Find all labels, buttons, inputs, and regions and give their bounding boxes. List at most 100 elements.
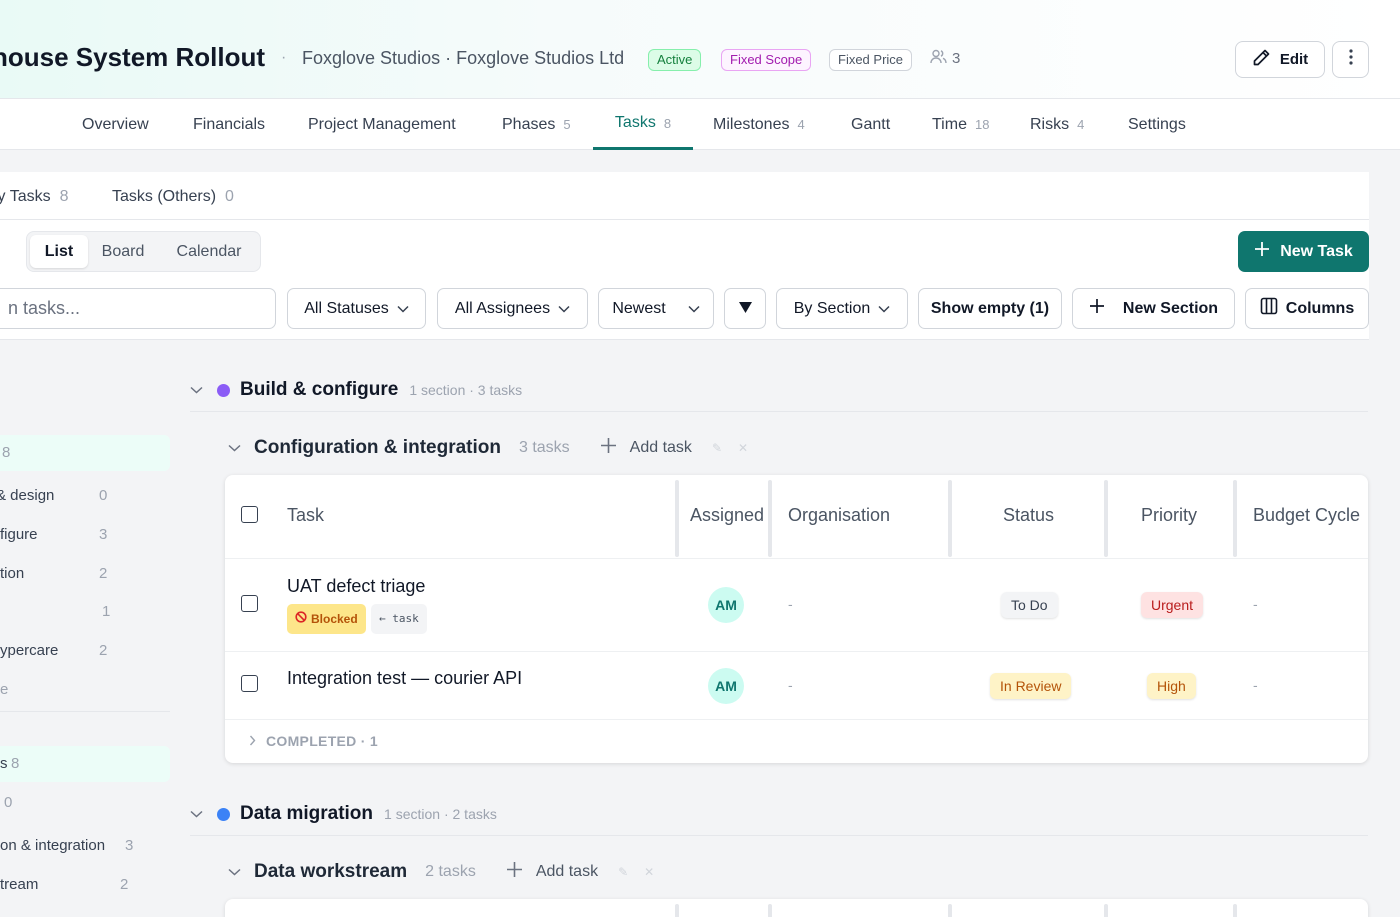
- chevron-down-icon[interactable]: [228, 863, 241, 881]
- rail-item[interactable]: figure: [0, 526, 38, 543]
- show-empty-button[interactable]: Show empty (1): [918, 288, 1062, 329]
- pencil-icon[interactable]: ✎: [712, 441, 722, 455]
- add-task-label: Add task: [629, 439, 692, 456]
- column-header-budget-cycle[interactable]: Budget Cycle: [1253, 505, 1360, 526]
- table-row[interactable]: UAT defect triage Blocked ← task AM - To…: [225, 559, 1368, 651]
- column-resize-handle[interactable]: [948, 480, 952, 557]
- divider: [0, 219, 1369, 220]
- dependency-tag[interactable]: ← task: [371, 604, 427, 634]
- plus-icon: [1254, 241, 1270, 262]
- subtab-my-tasks[interactable]: ly Tasks 8: [0, 188, 69, 206]
- section-title[interactable]: Data workstream: [254, 861, 407, 883]
- column-resize-handle[interactable]: [768, 480, 772, 557]
- column-resize-handle[interactable]: [1233, 480, 1237, 557]
- rail-item-count[interactable]: 0: [4, 794, 12, 811]
- column-resize-handle[interactable]: [675, 904, 679, 917]
- column-resize-handle[interactable]: [1104, 480, 1108, 557]
- more-options-button[interactable]: [1332, 41, 1369, 78]
- completed-label: COMPLETED · 1: [266, 733, 379, 749]
- column-resize-handle[interactable]: [768, 904, 772, 917]
- rail-item[interactable]: e: [0, 681, 8, 698]
- status-filter[interactable]: All Statuses: [287, 288, 426, 329]
- chevron-down-icon[interactable]: [190, 381, 203, 399]
- plus-icon: [1089, 298, 1105, 319]
- tab-overview[interactable]: Overview: [82, 99, 149, 150]
- task-title[interactable]: UAT defect triage: [287, 576, 425, 597]
- column-header-priority[interactable]: Priority: [1141, 505, 1197, 526]
- status-badge[interactable]: In Review: [990, 673, 1072, 699]
- rail-item[interactable]: s: [0, 755, 8, 772]
- assignee-filter[interactable]: All Assignees: [437, 288, 588, 329]
- organisation-value: -: [788, 677, 793, 693]
- column-header-status[interactable]: Status: [1003, 505, 1054, 526]
- view-list-button[interactable]: List: [30, 235, 88, 268]
- priority-badge[interactable]: Urgent: [1141, 592, 1204, 618]
- new-section-button[interactable]: New Section: [1072, 288, 1235, 329]
- new-task-button[interactable]: New Task: [1238, 231, 1369, 272]
- table-row[interactable]: Integration test — courier API AM - In R…: [225, 652, 1368, 719]
- chevron-right-icon: [249, 733, 256, 749]
- close-icon[interactable]: ✕: [738, 441, 748, 455]
- group-header[interactable]: Build & configure 1 section · 3 tasks: [190, 379, 522, 401]
- column-resize-handle[interactable]: [675, 480, 679, 557]
- subtab-count: 8: [59, 188, 69, 205]
- rail-item-count[interactable]: 8: [2, 444, 10, 461]
- add-task-button[interactable]: Add task: [600, 438, 692, 458]
- rail-item-count[interactable]: 1: [102, 603, 110, 620]
- column-header-task[interactable]: Task: [287, 505, 324, 526]
- row-checkbox[interactable]: [241, 595, 258, 612]
- tab-gantt[interactable]: Gantt: [851, 99, 890, 150]
- group-header[interactable]: Data migration 1 section · 2 tasks: [190, 803, 497, 825]
- tab-time[interactable]: Time 18: [932, 99, 989, 150]
- tab-tasks[interactable]: Tasks 8: [593, 99, 693, 150]
- task-title[interactable]: Integration test — courier API: [287, 668, 522, 689]
- status-badge[interactable]: To Do: [1001, 592, 1058, 618]
- column-resize-handle[interactable]: [1233, 904, 1237, 917]
- tab-label: Tasks: [614, 114, 656, 131]
- tab-label: Project Management: [308, 115, 456, 133]
- group-by-select[interactable]: By Section: [776, 288, 908, 329]
- tab-phases[interactable]: Phases 5: [502, 99, 571, 150]
- tab-risks[interactable]: Risks 4: [1030, 99, 1084, 150]
- edit-button[interactable]: Edit: [1235, 41, 1325, 78]
- column-resize-handle[interactable]: [1104, 904, 1108, 917]
- add-task-label: Add task: [535, 863, 599, 880]
- select-all-checkbox[interactable]: [241, 506, 258, 523]
- add-task-button[interactable]: Add task: [506, 862, 599, 882]
- section-title[interactable]: Configuration & integration: [254, 437, 501, 459]
- chevron-down-icon[interactable]: [190, 805, 203, 823]
- rail-item[interactable]: tion: [0, 565, 24, 582]
- tab-milestones[interactable]: Milestones 4: [713, 99, 805, 150]
- completed-toggle[interactable]: COMPLETED · 1: [249, 733, 378, 749]
- close-icon[interactable]: ✕: [644, 865, 654, 879]
- chevron-down-icon[interactable]: [228, 439, 241, 457]
- members-count[interactable]: 3: [930, 49, 960, 68]
- sort-select[interactable]: Newest: [598, 288, 714, 329]
- columns-button[interactable]: Columns: [1245, 288, 1369, 329]
- view-board-button[interactable]: Board: [90, 235, 156, 268]
- subtab-others-tasks[interactable]: Tasks (Others) 0: [112, 188, 234, 206]
- column-header-assigned[interactable]: Assigned: [690, 505, 764, 526]
- view-calendar-button[interactable]: Calendar: [160, 235, 258, 268]
- tab-settings[interactable]: Settings: [1128, 99, 1186, 150]
- tab-project-management[interactable]: Project Management: [308, 99, 456, 150]
- priority-badge[interactable]: High: [1147, 673, 1196, 699]
- tab-count: 18: [974, 117, 990, 132]
- rail-item[interactable]: tream: [0, 876, 38, 893]
- column-header-organisation[interactable]: Organisation: [788, 505, 890, 526]
- pencil-icon[interactable]: ✎: [618, 865, 628, 879]
- divider: [225, 719, 1368, 720]
- row-checkbox[interactable]: [241, 675, 258, 692]
- sort-direction-button[interactable]: [724, 288, 766, 329]
- rail-item[interactable]: ypercare: [0, 642, 58, 659]
- tab-financials[interactable]: Financials: [193, 99, 265, 150]
- rail-item[interactable]: & design: [0, 487, 54, 504]
- status-badge: Active: [648, 49, 702, 71]
- rail-item[interactable]: on & integration: [0, 837, 105, 854]
- column-resize-handle[interactable]: [948, 904, 952, 917]
- search-input[interactable]: n tasks...: [0, 288, 276, 329]
- avatar[interactable]: AM: [708, 668, 744, 704]
- kebab-menu-icon: [1348, 49, 1353, 70]
- avatar[interactable]: AM: [708, 587, 744, 623]
- section-task-count: 2 tasks: [418, 860, 483, 884]
